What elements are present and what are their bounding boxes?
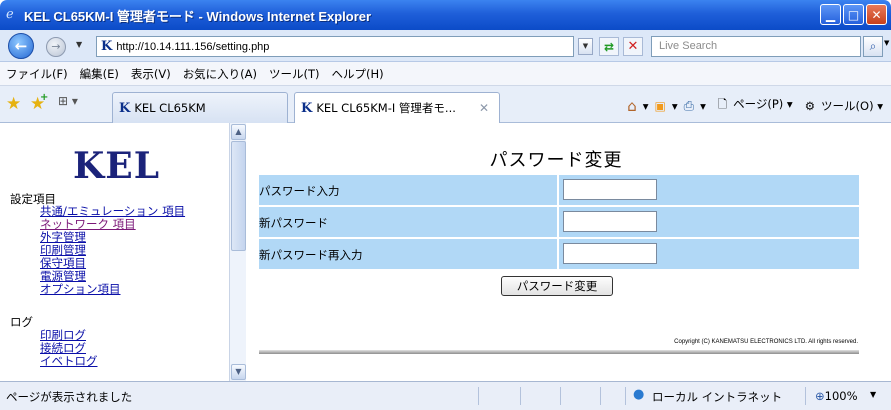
main-frame: パスワード変更 パスワード入力 新パスワード 新パスワード再入力 パスワード変更… xyxy=(246,123,891,381)
password-form: パスワード入力 新パスワード 新パスワード再入力 xyxy=(259,175,859,271)
footer-divider xyxy=(259,350,859,354)
settings-nav: 共通/エミュレーション 項目 ネットワーク 項目 外字管理 印刷管理 保守項目 … xyxy=(40,205,185,296)
change-password-button[interactable]: パスワード変更 xyxy=(501,276,613,296)
add-favorite-icon[interactable]: ★ xyxy=(30,92,49,114)
home-icon[interactable]: ⌂ xyxy=(627,97,637,115)
page-content: KEL 設定項目 共通/エミュレーション 項目 ネットワーク 項目 外字管理 印… xyxy=(0,123,891,381)
tools-gear-icon: ⚙ xyxy=(804,99,816,113)
new-password-input[interactable] xyxy=(563,211,657,232)
address-dropdown-icon[interactable]: ▼ xyxy=(578,38,593,55)
zoom-value: 100% xyxy=(824,389,858,403)
window-title: KEL CL65KM-I 管理者モード - Windows Internet E… xyxy=(24,8,372,24)
status-divider xyxy=(520,387,521,405)
status-divider xyxy=(805,387,806,405)
page-icon: 🗋 xyxy=(717,97,728,111)
menu-view[interactable]: 表示(V) xyxy=(131,66,171,82)
print-dropdown-icon[interactable]: ▾ xyxy=(700,99,706,113)
zoom-level[interactable]: ⊕100% xyxy=(815,389,858,403)
menu-file[interactable]: ファイル(F) xyxy=(6,66,68,82)
address-toolbar: ← → ▼ K http://10.14.111.156/setting.php… xyxy=(0,30,891,62)
tab-close-icon[interactable]: ✕ xyxy=(479,101,489,115)
history-dropdown-icon[interactable]: ▼ xyxy=(76,40,82,49)
quick-tabs-icon[interactable]: ⊞ ▾ xyxy=(58,94,108,115)
field-cell xyxy=(557,207,859,237)
search-options-icon[interactable]: ▼ xyxy=(884,39,889,47)
scroll-up-icon[interactable]: ▲ xyxy=(231,124,246,140)
menu-favorites[interactable]: お気に入り(A) xyxy=(183,66,257,82)
tools-menu[interactable]: ⚙ ツール(O) ▾ xyxy=(799,98,883,114)
back-button[interactable]: ← xyxy=(8,33,34,59)
zoom-dropdown-icon[interactable]: ▼ xyxy=(870,390,876,399)
nav-link-options[interactable]: オプション項目 xyxy=(40,283,185,296)
menu-tools[interactable]: ツール(T) xyxy=(269,66,320,82)
maximize-button[interactable]: □ xyxy=(843,4,864,25)
log-heading: ログ xyxy=(10,315,33,329)
status-divider xyxy=(478,387,479,405)
current-password-input[interactable] xyxy=(563,179,657,200)
print-icon[interactable]: ⎙ xyxy=(684,99,694,114)
menu-help[interactable]: ヘルプ(H) xyxy=(332,66,384,82)
favorites-star-icon[interactable]: ★ xyxy=(6,94,21,114)
confirm-password-input[interactable] xyxy=(563,243,657,264)
status-text: ページが表示されました xyxy=(6,390,133,404)
form-row-current-password: パスワード入力 xyxy=(259,175,859,205)
status-divider xyxy=(600,387,601,405)
tab-kel-cl65km[interactable]: K KEL CL65KM xyxy=(112,92,288,123)
page-menu[interactable]: 🗋 ページ(P) ▾ xyxy=(712,96,793,116)
status-divider xyxy=(625,387,626,405)
scroll-down-icon[interactable]: ▼ xyxy=(231,364,246,380)
url-text: http://10.14.111.156/setting.php xyxy=(116,40,270,53)
sidebar-frame: KEL 設定項目 共通/エミュレーション 項目 ネットワーク 項目 外字管理 印… xyxy=(0,123,229,381)
tab-label: KEL CL65KM-I 管理者モ... xyxy=(316,101,456,115)
address-field[interactable]: K http://10.14.111.156/setting.php xyxy=(96,36,574,57)
zoom-icon: ⊕ xyxy=(815,389,825,403)
site-favicon-icon: K xyxy=(101,39,113,54)
home-dropdown-icon[interactable]: ▾ xyxy=(643,99,649,113)
search-input[interactable]: Live Search xyxy=(651,36,861,57)
tab-label: KEL CL65KM xyxy=(134,101,206,115)
command-bar: ⌂ ▾ ▣ ▾ ⎙ ▾ 🗋 ページ(P) ▾ ⚙ ツール(O) ▾ xyxy=(621,96,883,116)
tab-bar: ★ ★ ⊞ ▾ K KEL CL65KM K KEL CL65KM-I 管理者モ… xyxy=(0,86,891,123)
form-row-new-password: 新パスワード xyxy=(259,207,859,237)
log-nav: 印刷ログ 接続ログ イベトログ xyxy=(40,329,98,368)
tab-favicon-icon: K xyxy=(119,100,131,116)
feeds-icon[interactable]: ▣ xyxy=(655,99,666,113)
sidebar-scrollbar[interactable]: ▲ ▼ xyxy=(229,123,246,381)
stop-button[interactable]: ✕ xyxy=(623,37,643,56)
page-title: パスワード変更 xyxy=(489,150,623,171)
form-row-confirm-password: 新パスワード再入力 xyxy=(259,239,859,269)
search-button[interactable]: ⌕ xyxy=(863,36,883,57)
forward-button[interactable]: → xyxy=(46,37,66,57)
field-cell xyxy=(557,175,859,205)
window-title-bar: ℯ KEL CL65KM-I 管理者モード - Windows Internet… xyxy=(0,0,891,30)
menu-edit[interactable]: 編集(E) xyxy=(80,66,119,82)
window-controls: ▁ □ ✕ xyxy=(820,4,887,25)
tab-admin-mode[interactable]: K KEL CL65KM-I 管理者モ... ✕ xyxy=(294,92,500,123)
refresh-button[interactable]: ⇄ xyxy=(599,37,619,56)
field-label: 新パスワード再入力 xyxy=(259,248,363,262)
field-label: パスワード入力 xyxy=(259,184,340,198)
scroll-thumb[interactable] xyxy=(231,141,246,251)
minimize-button[interactable]: ▁ xyxy=(820,4,841,25)
tools-menu-label: ツール(O) xyxy=(821,99,874,113)
copyright-text: Copyright (C) KANEMATSU ELECTRONICS LTD.… xyxy=(674,339,858,345)
ie-logo-icon: ℯ xyxy=(6,7,14,22)
security-zone-text[interactable]: ローカル イントラネット xyxy=(652,389,782,405)
status-bar: ページが表示されました ● ローカル イントラネット ⊕100% ▼ xyxy=(0,381,891,410)
intranet-zone-icon: ● xyxy=(633,387,645,402)
tab-favicon-icon: K xyxy=(301,100,313,116)
close-button[interactable]: ✕ xyxy=(866,4,887,25)
nav-link-event-log[interactable]: イベトログ xyxy=(40,355,98,368)
page-menu-label: ページ(P) xyxy=(733,97,784,111)
menu-bar: ファイル(F) 編集(E) 表示(V) お気に入り(A) ツール(T) ヘルプ(… xyxy=(0,62,891,86)
status-divider xyxy=(560,387,561,405)
field-cell xyxy=(557,239,859,269)
feeds-dropdown-icon[interactable]: ▾ xyxy=(672,99,678,113)
kel-logo: KEL xyxy=(73,145,161,187)
field-label: 新パスワード xyxy=(259,216,328,230)
